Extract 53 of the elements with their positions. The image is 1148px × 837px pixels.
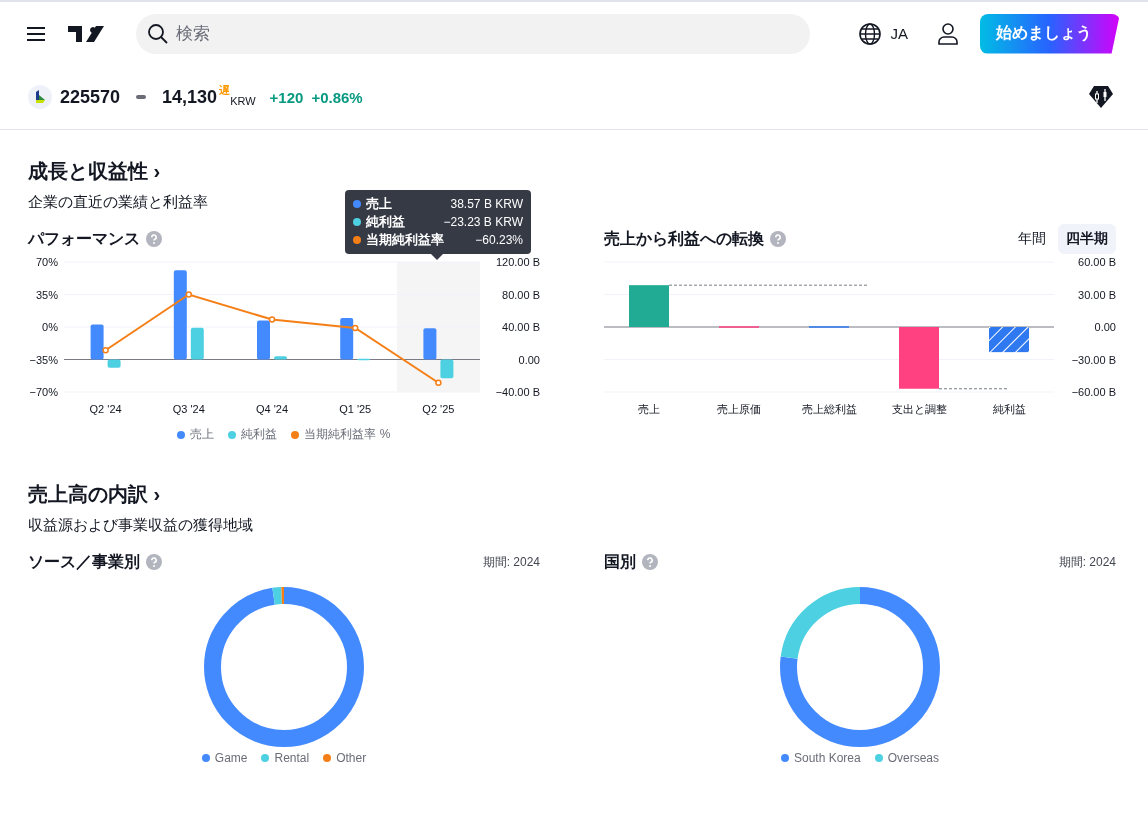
period-label: 期間: 2024 (1058, 553, 1116, 571)
tooltip-value: −23.23 B KRW (443, 214, 523, 231)
axis-label: 40.00 B (502, 321, 540, 333)
axis-label: 0.00 (1094, 321, 1116, 333)
axis-label: 30.00 B (1078, 288, 1116, 301)
tooltip-label: 当期純利益率 (366, 231, 444, 249)
price-change: +120 (269, 88, 304, 106)
axis-label: 120.00 B (495, 256, 540, 268)
legend-item: Overseas (874, 751, 940, 765)
legend-item: Other (323, 751, 367, 765)
axis-label: 70% (35, 256, 58, 268)
legend-item: 売上 (177, 426, 215, 443)
tooltip-value: 38.57 B KRW (450, 196, 523, 213)
axis-label: −35% (29, 353, 58, 366)
chart-title: 売上から利益への転換 (604, 228, 764, 249)
legend-item: 当期純利益率 % (291, 426, 391, 443)
legend-item: South Korea (780, 751, 861, 765)
tooltip-label: 売上 (366, 195, 392, 213)
axis-label: −40.00 B (495, 386, 540, 398)
axis-label: Q3 '24 (172, 403, 205, 415)
axis-label: 0.00 (518, 353, 540, 366)
ticker-symbol: 225570 (60, 86, 121, 108)
axis-label: 60.00 B (1078, 256, 1116, 268)
price: 14,130 (162, 86, 218, 108)
section-subtitle: 企業の直近の業績と利益率 (28, 193, 208, 212)
axis-label: 売上 (638, 403, 660, 415)
chart-title: パフォーマンス (28, 228, 140, 249)
chart-title: ソース／事業別 (28, 551, 140, 572)
price-change-percent: +0.86% (311, 88, 363, 106)
axis-label: 純利益 (992, 403, 1026, 415)
axis-label: Q2 '25 (422, 403, 455, 415)
axis-label: Q2 '24 (89, 403, 122, 415)
axis-label: Q4 '24 (255, 403, 289, 415)
legend-item: 純利益 (228, 426, 278, 443)
period-label: 期間: 2024 (482, 553, 540, 571)
legend-item: Game (201, 751, 248, 765)
delayed-label: 遅 (219, 83, 231, 98)
axis-label: 売上原価 (717, 403, 761, 415)
tooltip-label: 純利益 (366, 213, 405, 231)
currency: KRW (230, 95, 256, 107)
axis-label: 0% (42, 321, 58, 333)
axis-label: −70% (29, 386, 58, 398)
axis-label: −30.00 B (1071, 353, 1116, 366)
section-subtitle: 収益源および事業収益の獲得地域 (28, 516, 253, 535)
tooltip-value: −60.23% (475, 232, 523, 249)
axis-label: 80.00 B (502, 288, 540, 301)
axis-label: −60.00 B (1071, 386, 1116, 398)
axis-label: Q1 '25 (339, 403, 372, 415)
chart-title: 国別 (604, 551, 636, 572)
axis-label: 35% (35, 288, 58, 301)
legend-item: Rental (261, 751, 310, 765)
axis-label: 売上総利益 (801, 403, 857, 415)
axis-label: 支出と調整 (891, 403, 947, 415)
